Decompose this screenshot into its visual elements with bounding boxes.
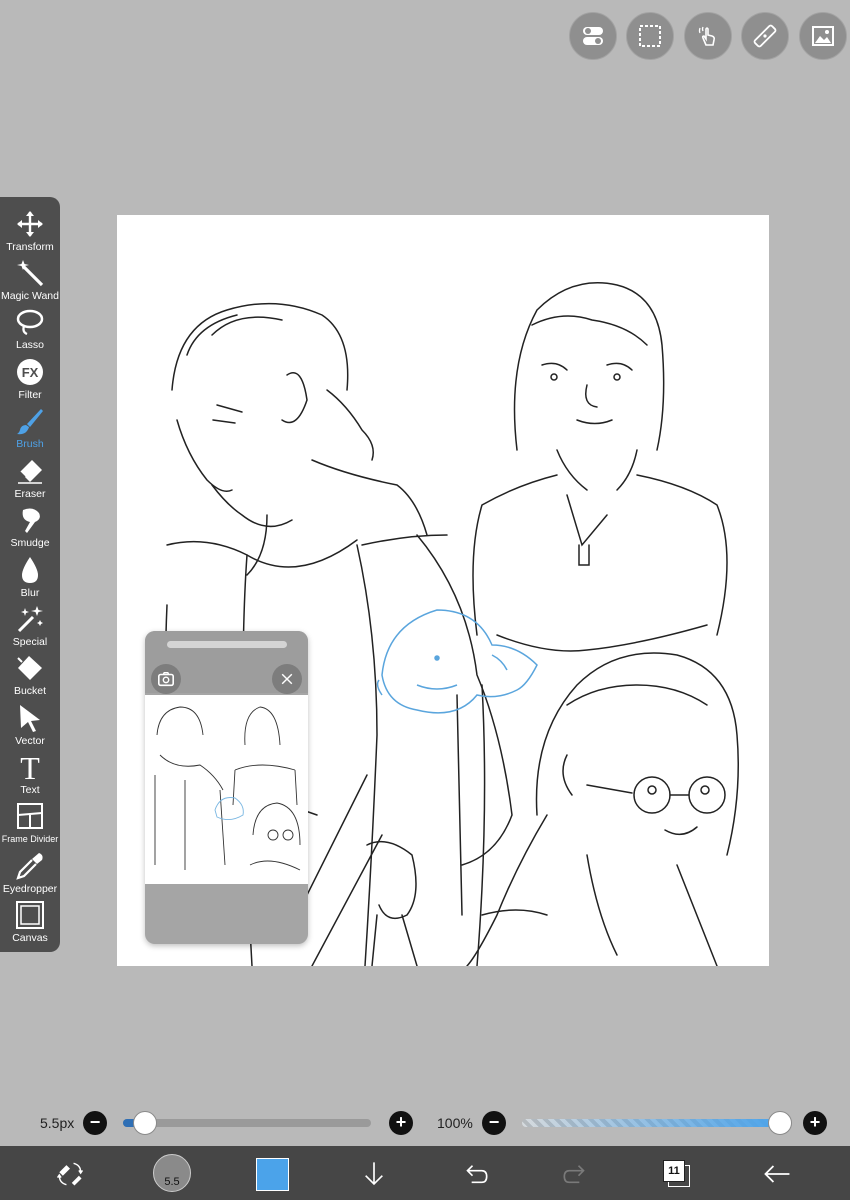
tool-filter[interactable]: FX Filter — [0, 353, 60, 402]
brush-size-decrease-button[interactable]: − — [83, 1111, 107, 1135]
layers-button[interactable]: 11 — [663, 1160, 690, 1187]
opacity-knob[interactable] — [768, 1111, 792, 1135]
opacity-slider[interactable] — [522, 1119, 780, 1127]
ruler-icon — [753, 24, 777, 48]
magic-wand-icon — [17, 260, 44, 287]
hand-gesture-icon — [698, 26, 716, 46]
tool-magic-wand[interactable]: Magic Wand — [0, 254, 60, 303]
eraser-icon — [18, 460, 42, 484]
tool-label: Vector — [15, 735, 45, 747]
tool-eyedropper[interactable]: Eyedropper — [0, 847, 60, 896]
fx-icon: FX — [17, 359, 43, 385]
brush-size-value: 5.5px — [40, 1115, 75, 1131]
layer-count: 11 — [663, 1160, 685, 1182]
undo-button[interactable] — [457, 1156, 493, 1192]
camera-icon — [157, 671, 175, 687]
ruler-button[interactable] — [741, 12, 789, 60]
fx-icon-text: FX — [22, 365, 39, 380]
image-icon — [812, 26, 834, 46]
tool-label: Blur — [20, 587, 40, 599]
tool-transform[interactable]: Transform — [0, 205, 60, 254]
tool-label: Magic Wand — [1, 290, 59, 302]
redo-button[interactable] — [558, 1156, 594, 1192]
tool-label: Canvas — [12, 932, 48, 944]
opacity-fill — [522, 1119, 780, 1127]
lasso-icon — [16, 309, 44, 336]
transform-icon — [17, 211, 43, 237]
swap-tools-icon — [56, 1162, 84, 1186]
tool-label: Lasso — [15, 339, 45, 351]
brush-size-increase-button[interactable]: + — [389, 1111, 413, 1135]
text-icon: T — [20, 752, 40, 782]
tool-text[interactable]: T Text — [0, 748, 60, 797]
toggle-icon — [583, 27, 603, 45]
swap-tools-button[interactable] — [52, 1156, 88, 1192]
image-button[interactable] — [799, 12, 847, 60]
brush-preview-label: 5.5 — [164, 1176, 180, 1188]
reference-image — [154, 706, 301, 871]
canvas-icon — [16, 901, 44, 929]
close-icon — [281, 673, 293, 685]
tool-label: Bucket — [13, 685, 47, 697]
gesture-button[interactable] — [684, 12, 732, 60]
tool-label: Eyedropper — [2, 883, 58, 895]
download-button[interactable] — [356, 1156, 392, 1192]
back-button[interactable] — [759, 1156, 795, 1192]
reference-close-button[interactable] — [272, 664, 302, 694]
color-swatch-button[interactable] — [256, 1158, 289, 1191]
tool-special[interactable]: Special — [0, 600, 60, 649]
tool-eraser[interactable]: Eraser — [0, 452, 60, 501]
opacity-increase-button[interactable]: + — [803, 1111, 827, 1135]
tool-label: Special — [12, 636, 48, 648]
slider-row: 5.5px − + 100% − + — [0, 1106, 850, 1140]
text-icon-glyph: T — [20, 752, 40, 782]
opacity-decrease-button[interactable]: − — [482, 1111, 506, 1135]
tool-label: Transform — [6, 241, 54, 253]
redo-icon — [563, 1165, 585, 1184]
tool-label: Text — [20, 784, 40, 796]
brush-size-slider[interactable] — [123, 1119, 371, 1127]
toggle-button[interactable] — [569, 12, 617, 60]
reference-camera-button[interactable] — [151, 664, 181, 694]
reference-window-drag-handle[interactable] — [167, 641, 287, 648]
special-icon — [17, 606, 43, 633]
brush-icon — [17, 409, 43, 435]
tool-label: Brush — [16, 438, 44, 450]
opacity-value: 100% — [437, 1115, 473, 1131]
tool-frame-divider[interactable]: Frame Divider — [0, 797, 60, 846]
tool-smudge[interactable]: Smudge — [0, 501, 60, 550]
reference-thumbnail — [145, 695, 308, 884]
eyedropper-icon — [16, 853, 43, 880]
blur-icon — [22, 557, 38, 583]
frame-divider-icon — [17, 803, 43, 829]
tool-label: Eraser — [14, 488, 46, 500]
selection-icon — [639, 25, 661, 47]
tool-brush[interactable]: Brush — [0, 402, 60, 451]
tool-label: Filter — [18, 389, 42, 401]
undo-icon — [466, 1165, 488, 1184]
vector-icon — [20, 705, 40, 732]
smudge-icon — [22, 508, 40, 533]
tool-bucket[interactable]: Bucket — [0, 649, 60, 698]
bucket-icon — [17, 656, 42, 680]
bottom-toolbar: 5.5 11 — [0, 1146, 850, 1200]
tool-label: Smudge — [10, 537, 50, 549]
back-arrow-icon — [764, 1165, 790, 1183]
tool-canvas[interactable]: Canvas — [0, 896, 60, 945]
selection-button[interactable] — [626, 12, 674, 60]
tool-blur[interactable]: Blur — [0, 551, 60, 600]
brush-size-knob[interactable] — [133, 1111, 157, 1135]
download-icon — [365, 1162, 383, 1186]
tool-lasso[interactable]: Lasso — [0, 303, 60, 352]
tool-vector[interactable]: Vector — [0, 699, 60, 748]
brush-preview-button[interactable]: 5.5 — [153, 1154, 191, 1192]
tool-label: Frame Divider — [1, 834, 59, 844]
reference-window[interactable] — [145, 631, 308, 944]
tool-panel: Transform Magic Wand Lasso FX Filter Bru… — [0, 197, 60, 952]
